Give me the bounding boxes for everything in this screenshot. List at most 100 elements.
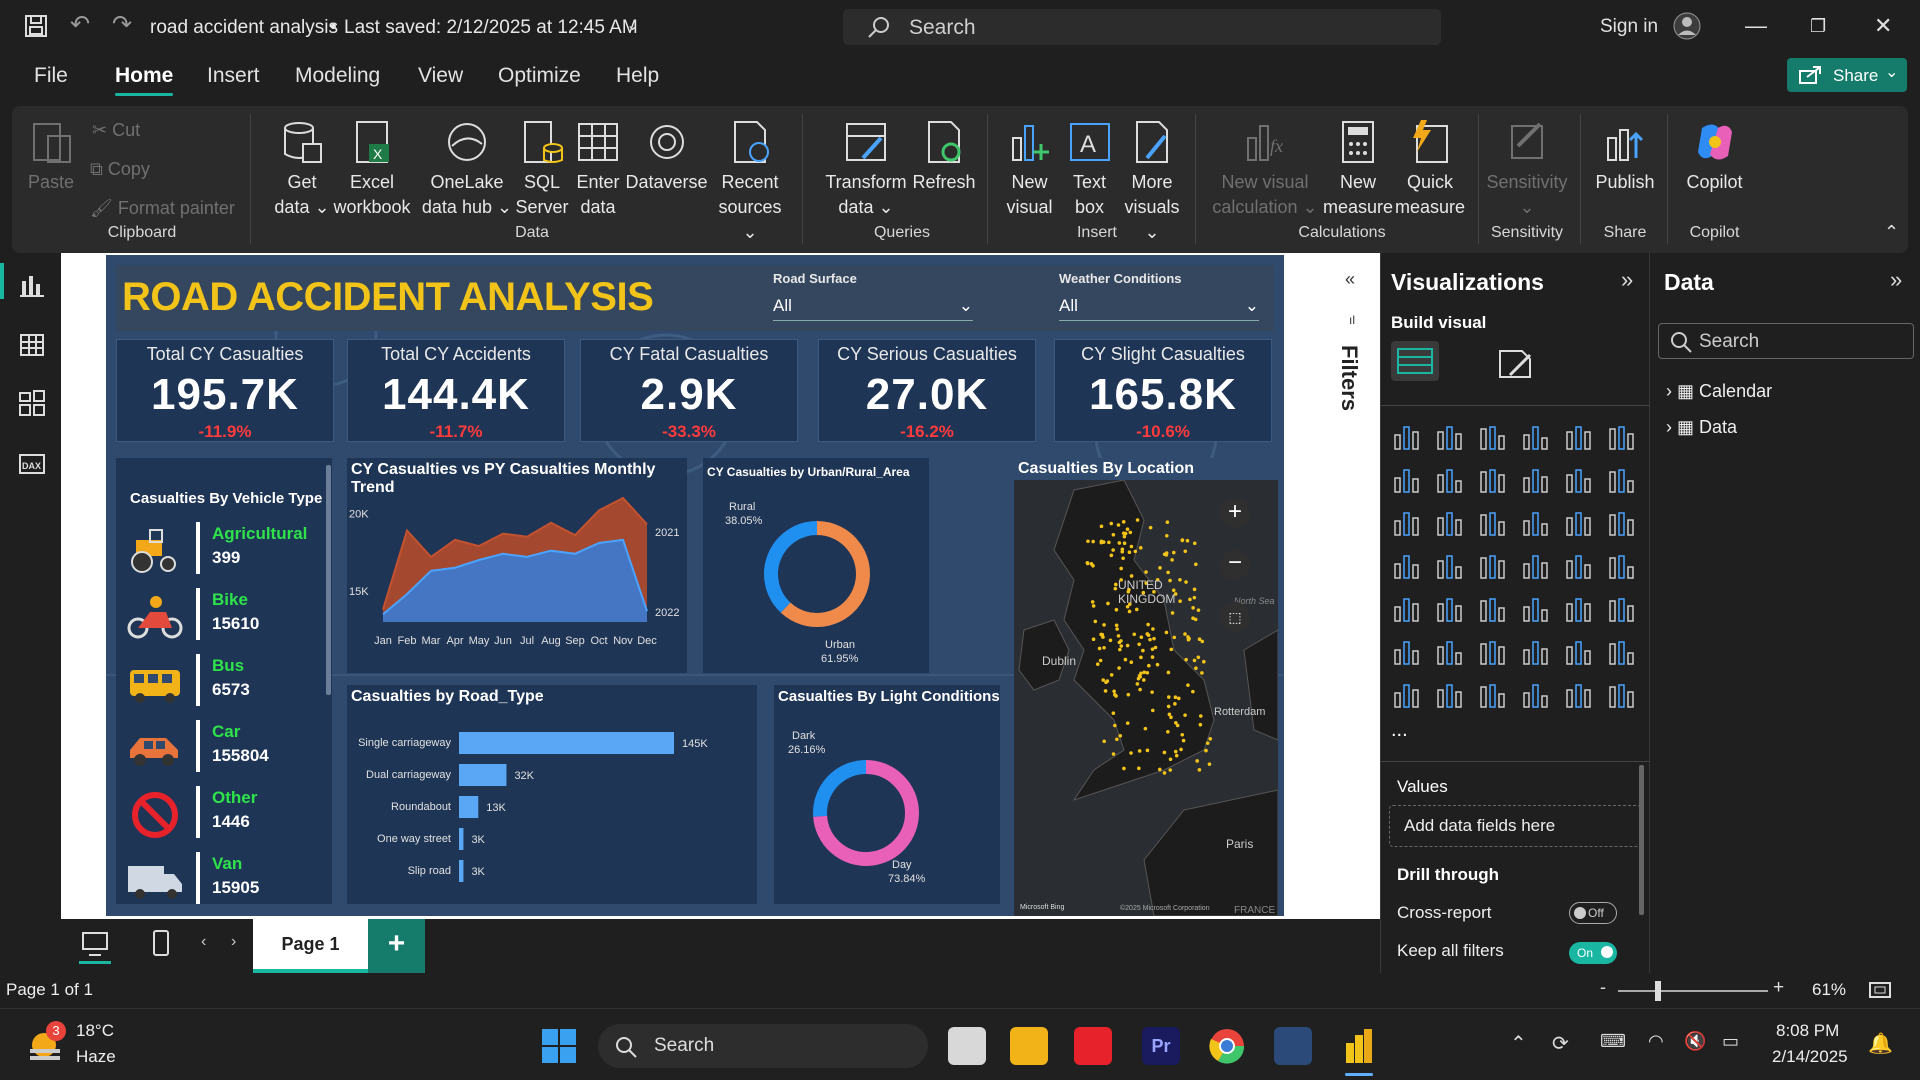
chevron-down-icon[interactable]: ⌄: [1245, 296, 1259, 316]
clustered-bar-visual-icon[interactable]: [1477, 421, 1509, 453]
zoom-level[interactable]: 61%: [1812, 980, 1846, 1000]
collapse-ribbon-icon[interactable]: ⌃: [1884, 222, 1899, 243]
r-visual-visual-icon[interactable]: [1606, 593, 1638, 625]
map-visual-icon[interactable]: [1434, 550, 1466, 582]
collapse-pane-icon[interactable]: »: [1890, 267, 1902, 293]
new-visual-calculation-button[interactable]: fx New visual calculation ⌄: [1210, 118, 1320, 220]
notifications-bell-icon[interactable]: 🔔: [1868, 1031, 1893, 1056]
redo-icon[interactable]: ↷: [112, 10, 132, 39]
line-column-visual-icon[interactable]: [1606, 464, 1638, 496]
ribbon-visual-icon[interactable]: [1520, 464, 1552, 496]
data-search-input[interactable]: Search: [1658, 323, 1914, 359]
stacked-bar-visual-icon[interactable]: [1391, 421, 1423, 453]
card-visual-icon[interactable]: [1606, 550, 1638, 582]
fields-tab[interactable]: [1391, 341, 1439, 381]
line-visual-icon[interactable]: [1391, 464, 1423, 496]
kpi-card-total-casualties[interactable]: Total CY Casualties 195.7K -11.9%: [116, 339, 334, 442]
key-influencers-visual-icon[interactable]: [1434, 636, 1466, 668]
area-visual-icon[interactable]: [1434, 464, 1466, 496]
minimize-icon[interactable]: —: [1745, 13, 1767, 39]
text-box-button[interactable]: A Text box: [1062, 118, 1117, 220]
dataverse-button[interactable]: Dataverse: [624, 118, 709, 195]
waterfall-visual-icon[interactable]: [1563, 464, 1595, 496]
zoom-out-button[interactable]: -: [1600, 977, 1606, 998]
pie-visual-icon[interactable]: [1563, 507, 1595, 539]
table-view-icon[interactable]: [18, 331, 46, 359]
paginated-visual-icon[interactable]: [1563, 636, 1595, 668]
copilot-button[interactable]: Copilot: [1677, 118, 1752, 195]
clock-date[interactable]: 2/14/2025: [1772, 1047, 1848, 1067]
page-tab-1[interactable]: Page 1: [253, 919, 368, 973]
goals-visual-icon[interactable]: [1606, 679, 1638, 711]
excel-workbook-button[interactable]: X Excel workbook: [327, 118, 417, 220]
donut-visual-icon[interactable]: [1606, 507, 1638, 539]
onelake-data-hub-button[interactable]: OneLake data hub ⌄: [417, 118, 517, 220]
expand-filters-icon[interactable]: «: [1345, 269, 1355, 290]
save-icon[interactable]: [24, 14, 48, 38]
slicer-weather-conditions[interactable]: Weather Conditions All ⌄: [1059, 271, 1259, 321]
quick-measure-button[interactable]: Quick measure: [1394, 118, 1466, 220]
zoom-in-button[interactable]: +: [1773, 977, 1784, 999]
sign-in-link[interactable]: Sign in: [1600, 16, 1658, 38]
filters-label[interactable]: Filters: [1336, 345, 1362, 411]
chevron-down-icon[interactable]: ⌄: [959, 296, 973, 316]
search-bar[interactable]: Search: [843, 9, 1441, 45]
fit-to-page-icon[interactable]: [1868, 980, 1892, 1000]
smart-narrative-visual-icon[interactable]: [1606, 636, 1638, 668]
refresh-button[interactable]: Refresh: [909, 118, 979, 195]
decomposition-tree-visual-icon[interactable]: [1477, 636, 1509, 668]
sensitivity-button[interactable]: Sensitivity ⌄: [1482, 118, 1572, 220]
new-visual-button[interactable]: New visual: [1002, 118, 1057, 220]
menu-file[interactable]: File: [34, 64, 68, 88]
copy-button[interactable]: ⧉ Copy: [90, 157, 150, 182]
wifi-icon[interactable]: ◠: [1648, 1031, 1664, 1052]
100-bar-visual-icon[interactable]: [1563, 421, 1595, 453]
map-select-icon[interactable]: ⬚: [1220, 602, 1250, 632]
scatter-visual-icon[interactable]: [1520, 507, 1552, 539]
gauge-visual-icon[interactable]: [1563, 550, 1595, 582]
treemap-visual-icon[interactable]: [1391, 550, 1423, 582]
vehicle-panel-scrollbar[interactable]: [326, 465, 331, 695]
zoom-in-button[interactable]: +: [1220, 498, 1250, 528]
share-button[interactable]: Share ⌄: [1787, 58, 1907, 92]
publish-button[interactable]: Publish: [1590, 118, 1660, 195]
ribbon-chart-visual-icon[interactable]: [1434, 507, 1466, 539]
menu-optimize[interactable]: Optimize: [498, 64, 581, 88]
table-visual-icon[interactable]: [1520, 593, 1552, 625]
restore-icon[interactable]: ❐: [1810, 16, 1826, 37]
avatar-icon[interactable]: [1672, 11, 1702, 41]
kpi-card-serious[interactable]: CY Serious Casualties 27.0K -16.2%: [818, 339, 1036, 442]
zoom-out-button[interactable]: −: [1220, 550, 1250, 580]
anydesk-icon[interactable]: [1074, 1027, 1112, 1065]
new-measure-button[interactable]: New measure: [1322, 118, 1394, 220]
transform-data-button[interactable]: Transform data ⌄: [816, 118, 916, 220]
keep-filters-toggle[interactable]: On: [1569, 942, 1617, 964]
kpi-card-slight[interactable]: CY Slight Casualties 165.8K -10.6%: [1054, 339, 1272, 442]
close-icon[interactable]: ✕: [1874, 13, 1892, 39]
slicer-visual-icon[interactable]: [1477, 593, 1509, 625]
100-column-visual-icon[interactable]: [1606, 421, 1638, 453]
dax-query-view-icon[interactable]: DAX: [18, 449, 46, 477]
windows-start-icon[interactable]: [540, 1027, 578, 1065]
report-view-icon[interactable]: [18, 271, 46, 299]
custom-visual-icon[interactable]: [1520, 679, 1552, 711]
line-clustered-visual-icon[interactable]: [1391, 507, 1423, 539]
clustered-column-visual-icon[interactable]: [1520, 421, 1552, 453]
undo-icon[interactable]: ↶: [70, 10, 90, 39]
copilot-visual-icon[interactable]: [1563, 679, 1595, 711]
zoom-slider-track[interactable]: [1618, 990, 1768, 992]
sync-icon[interactable]: ⟳: [1552, 1031, 1569, 1056]
power-automate-visual-icon[interactable]: [1477, 679, 1509, 711]
menu-modeling[interactable]: Modeling: [295, 64, 380, 88]
task-view-icon[interactable]: [948, 1027, 986, 1065]
clock-time[interactable]: 8:08 PM: [1776, 1021, 1839, 1041]
stacked-area-visual-icon[interactable]: [1477, 464, 1509, 496]
more-visuals-ellipsis[interactable]: ...: [1391, 719, 1408, 742]
add-data-fields-dropzone[interactable]: Add data fields here: [1389, 805, 1641, 847]
table-calendar[interactable]: › ▦ Calendar: [1666, 381, 1772, 402]
cut-button[interactable]: ✂ Cut: [92, 118, 140, 143]
kpi-card-fatal[interactable]: CY Fatal Casualties 2.9K -33.3%: [580, 339, 798, 442]
format-painter-button[interactable]: 🖌 Format painter: [90, 196, 235, 221]
road-type-panel[interactable]: Casualties by Road_Type Single carriagew…: [347, 685, 757, 904]
add-page-button[interactable]: +: [368, 919, 425, 973]
